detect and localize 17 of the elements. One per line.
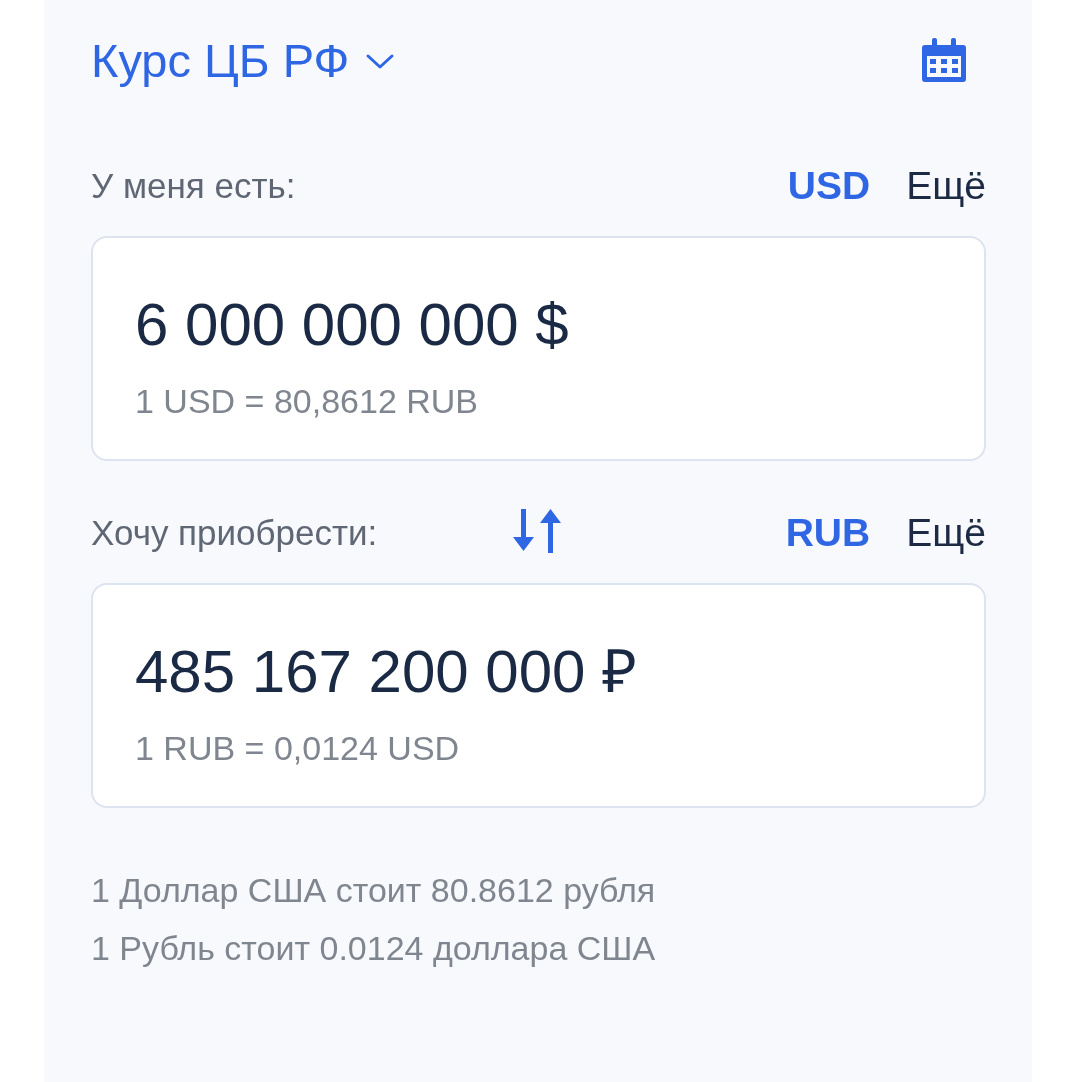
rate-note: 1 Доллар США стоит 80.8612 рубля	[91, 870, 657, 910]
currency-tab[interactable]: Ещё	[906, 511, 986, 555]
amount-value: 6 000 000 000 $	[135, 290, 570, 360]
calendar-icon[interactable]	[919, 35, 969, 85]
currency-tab[interactable]: RUB	[785, 511, 871, 555]
amount-field[interactable]: 485 167 200 000 ₽ 1 RUB = 0,0124 USD	[91, 583, 986, 808]
field-label: У меня есть:	[91, 166, 296, 206]
exchange-rate: 1 USD = 80,8612 RUB	[135, 382, 480, 421]
amount-value: 485 167 200 000 ₽	[135, 637, 639, 707]
rate-source-dropdown[interactable]: Курс ЦБ РФ	[91, 32, 396, 88]
currency-tab[interactable]: USD	[787, 164, 871, 208]
field-label: Хочу приобрести:	[91, 513, 378, 553]
amount-field[interactable]: 6 000 000 000 $ 1 USD = 80,8612 RUB	[91, 236, 986, 461]
chevron-down-icon	[365, 53, 396, 71]
currency-tab[interactable]: Ещё	[906, 164, 986, 208]
rate-note: 1 Рубль стоит 0.0124 доллара США	[91, 928, 657, 968]
exchange-rate: 1 RUB = 0,0124 USD	[135, 729, 461, 768]
